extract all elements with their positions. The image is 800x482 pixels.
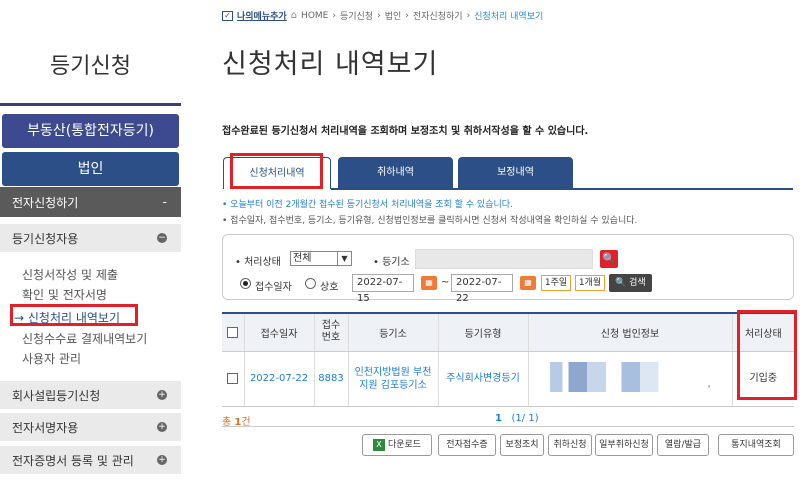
col-header: 등기소 xyxy=(347,312,438,352)
sidebar-item-label: 전자신청하기 xyxy=(12,195,79,210)
col-header: 접수일자 xyxy=(243,312,314,352)
page-description: 접수완료된 등기신청서 처리내역을 조회하며 보정조치 및 취하서작성을 할 수… xyxy=(222,126,589,137)
magnifier-icon: 🔍 xyxy=(615,278,627,288)
results-table: 접수일자 접수 번호 등기소 등기유형 신청 법인정보 처리상태 2022-07… xyxy=(222,312,794,407)
sidebar-sub-fee[interactable]: 신청수수료 결제내역보기 xyxy=(22,330,147,347)
note-line: • 접수일자, 접수번호, 등기소, 등기유형, 신청법인정보를 클릭하시면 신… xyxy=(222,216,638,226)
add-my-menu-link[interactable]: 나의메뉴추가 xyxy=(237,9,287,22)
cell-number[interactable]: 8883 xyxy=(313,351,348,407)
crumb-registration[interactable]: 등기신청 xyxy=(340,9,373,22)
notice-history-button[interactable]: 통지내역조회 xyxy=(718,434,794,456)
divider xyxy=(222,426,794,427)
download-button[interactable]: X 다운로드 xyxy=(362,434,432,456)
date-range-separator: ~ xyxy=(441,277,450,288)
partial-withdraw-button[interactable]: 일부취하신청 xyxy=(595,434,653,456)
corp-button[interactable]: 법인 xyxy=(2,152,179,186)
chevron-right-icon: › xyxy=(377,10,381,21)
sidebar-item-label: 전자서명자용 xyxy=(12,420,79,435)
sidebar-item-label: 회사설립등기신청 xyxy=(12,388,101,403)
view-issue-button[interactable]: 열람/발급 xyxy=(657,434,709,456)
page-title: 신청처리 내역보기 xyxy=(222,49,439,80)
table-header-row: 접수일자 접수 번호 등기소 등기유형 신청 법인정보 처리상태 xyxy=(222,312,794,352)
calendar-icon[interactable]: ▦ xyxy=(421,276,437,290)
search-panel: • 처리상태 전체 ▼ • 등기소 🔍 접수일자 상호 2022-07-15 ▦… xyxy=(222,234,794,304)
sidebar-divider xyxy=(0,103,181,106)
col-header: 신청 법인정보 xyxy=(527,312,732,352)
sidebar-title: 등기신청 xyxy=(50,54,131,79)
cell-type[interactable]: 주식회사변경등기 xyxy=(437,351,528,407)
collapse-icon: − xyxy=(157,233,167,243)
sidebar-sub-users[interactable]: 사용자 관리 xyxy=(22,350,81,367)
office-input[interactable] xyxy=(415,249,593,269)
calendar-icon[interactable]: ▦ xyxy=(520,276,536,290)
realestate-button[interactable]: 부동산(통합전자등기) xyxy=(2,114,179,148)
status-label: • 처리상태 xyxy=(235,257,281,268)
sidebar-item-incorporation[interactable]: 회사설립등기신청 + xyxy=(0,381,181,409)
search-button[interactable]: 🔍 검색 xyxy=(609,274,652,292)
redacted-image xyxy=(549,361,705,392)
sidebar-item-label: 전자증명서 등록 및 관리 xyxy=(12,453,134,468)
chevron-right-icon: › xyxy=(466,10,471,21)
expand-icon: + xyxy=(157,390,167,400)
notes: • 오늘부터 이전 2개월간 접수된 등기신청서 처리내역을 조회 할 수 있습… xyxy=(222,197,637,229)
radio-label: 접수일자 xyxy=(255,282,292,293)
sidebar-sub-write[interactable]: 신청서작성 및 제출 xyxy=(22,266,118,283)
radio-receipt-date[interactable] xyxy=(240,278,251,289)
chevron-right-icon: › xyxy=(332,10,336,21)
header-checkbox-cell xyxy=(222,312,244,352)
expand-icon: + xyxy=(157,455,167,465)
cell-office[interactable]: 인천지방법원 부천지원 김포등기소 xyxy=(347,351,438,407)
col-header: 등기유형 xyxy=(437,312,528,352)
tab-underline xyxy=(331,188,793,190)
date-from-input[interactable]: 2022-07-15 xyxy=(352,274,414,304)
status-select[interactable]: 전체 ▼ xyxy=(290,251,352,266)
crumb-home[interactable]: HOME xyxy=(301,11,328,21)
table-row: 2022-07-22 8883 인천지방법원 부천지원 김포등기소 주식회사변경… xyxy=(222,351,794,407)
crumb-current: 신청처리 내역보기 xyxy=(474,12,544,22)
select-all-checkbox[interactable] xyxy=(227,326,239,338)
chevron-down-icon: ▼ xyxy=(337,252,351,265)
home-icon: ⌂ xyxy=(290,10,298,21)
crumb-corp[interactable]: 법인 xyxy=(385,9,402,22)
collapse-icon: - xyxy=(162,195,167,209)
withdraw-button[interactable]: 취하신청 xyxy=(548,434,592,456)
crumb-e-application[interactable]: 전자신청하기 xyxy=(413,9,463,22)
page-number[interactable]: 1 xyxy=(495,413,502,424)
breadcrumb: ✓ 나의메뉴추가 ⌂ HOME › 등기신청 › 법인 › 전자신청하기 › 신… xyxy=(222,9,543,22)
highlight-box xyxy=(737,310,797,400)
correction-button[interactable]: 보정조치 xyxy=(500,434,544,456)
one-week-button[interactable]: 1주일 xyxy=(541,275,571,291)
expand-icon: + xyxy=(157,422,167,432)
chevron-right-icon: › xyxy=(405,10,409,21)
sidebar: 등기신청 부동산(통합전자등기) 법인 전자신청하기 - 등기신청자용 − 신청… xyxy=(0,0,181,482)
sidebar-item-label: 등기신청자용 xyxy=(12,231,79,246)
row-checkbox-cell xyxy=(222,351,244,407)
highlight-box xyxy=(230,153,323,189)
tab-withdraw[interactable]: 취하내역 xyxy=(338,157,453,189)
sidebar-item-registrant[interactable]: 등기신청자용 − xyxy=(0,224,181,252)
radio-company-name[interactable] xyxy=(305,278,316,289)
pagination: 1 (1/ 1) xyxy=(495,413,539,424)
excel-icon: X xyxy=(372,438,385,451)
sidebar-sub-sign[interactable]: 확인 및 전자서명 xyxy=(22,286,107,303)
checkbox-icon: ✓ xyxy=(222,10,233,21)
sidebar-item-ecert[interactable]: 전자증명서 등록 및 관리 + xyxy=(0,446,181,474)
sidebar-item-signer[interactable]: 전자서명자용 + xyxy=(0,413,181,441)
e-receipt-button[interactable]: 전자접수증 xyxy=(438,434,496,456)
one-month-button[interactable]: 1개월 xyxy=(575,275,605,291)
row-checkbox[interactable] xyxy=(227,372,239,384)
cell-corp-info[interactable]: ' xyxy=(527,351,732,407)
note-line: • 오늘부터 이전 2개월간 접수된 등기신청서 처리내역을 조회 할 수 있습… xyxy=(222,200,513,210)
office-label: • 등기소 xyxy=(373,257,410,268)
col-header: 접수 번호 xyxy=(313,312,348,352)
sidebar-item-e-application[interactable]: 전자신청하기 - xyxy=(0,187,181,217)
date-to-input[interactable]: 2022-07-22 xyxy=(451,274,513,304)
highlight-box xyxy=(10,304,138,326)
search-icon[interactable]: 🔍 xyxy=(600,250,618,268)
radio-label: 상호 xyxy=(320,282,339,293)
cell-date[interactable]: 2022-07-22 xyxy=(243,351,314,407)
tab-correction[interactable]: 보정내역 xyxy=(458,157,573,189)
